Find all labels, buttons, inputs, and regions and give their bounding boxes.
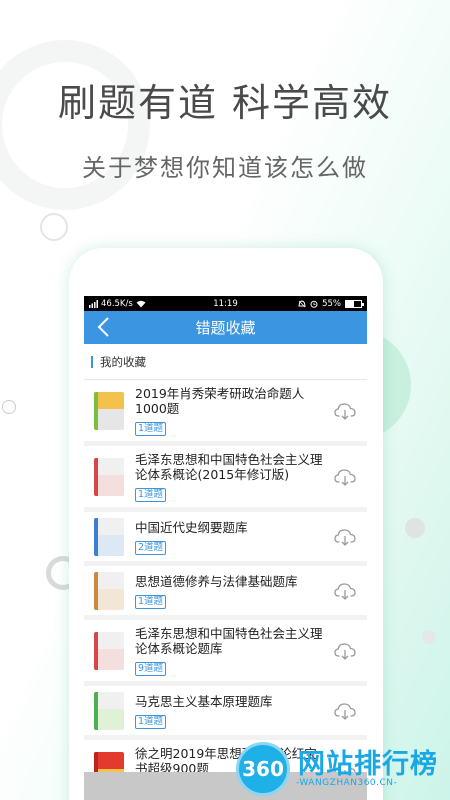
list-item[interactable]: 毛泽东思想和中国特色社会主义理论体系概论题库 9道题 <box>84 620 367 686</box>
book-cover-image <box>94 392 124 430</box>
question-count-badge: 2道题 <box>135 540 167 555</box>
item-info: 毛泽东思想和中国特色社会主义理论体系概论题库 9道题 <box>135 626 327 676</box>
book-cover-image <box>94 692 124 730</box>
question-count-badge: 1道题 <box>135 594 167 609</box>
back-button[interactable] <box>94 316 114 338</box>
question-count-badge: 9道题 <box>135 662 167 676</box>
cloud-download-icon[interactable] <box>333 465 357 489</box>
book-cover-image <box>94 458 124 496</box>
item-info: 思想道德修养与法律基础题库 1道题 <box>135 574 327 609</box>
section-header: 我的收藏 <box>84 344 367 380</box>
cloud-download-icon[interactable] <box>333 399 357 423</box>
top-nav-bar: 错题收藏 <box>84 311 367 344</box>
book-cover-image <box>94 572 124 610</box>
alarm-icon <box>310 300 318 308</box>
cloud-download-icon[interactable] <box>333 579 357 603</box>
item-title: 毛泽东思想和中国特色社会主义理论体系概论(2015年修订版) <box>135 452 323 482</box>
watermark-badge: 360 <box>236 742 290 796</box>
question-count-badge: 1道题 <box>135 714 167 729</box>
list-item[interactable]: 思想道德修养与法律基础题库 1道题 <box>84 566 367 620</box>
question-count-badge: 1道题 <box>135 488 167 502</box>
decor-dot <box>422 630 436 644</box>
item-title: 思想道德修养与法律基础题库 <box>135 573 298 589</box>
cloud-download-icon[interactable] <box>333 699 357 723</box>
decor-dot <box>405 518 425 538</box>
list-item[interactable]: 毛泽东思想和中国特色社会主义理论体系概论(2015年修订版) 1道题 <box>84 446 367 512</box>
item-info: 毛泽东思想和中国特色社会主义理论体系概论(2015年修订版) 1道题 <box>135 452 327 502</box>
item-title: 2019年肖秀荣考研政治命题人1000题 <box>135 386 305 416</box>
page-title: 错题收藏 <box>195 319 256 337</box>
status-bar: 46.5K/s 11:19 55% <box>84 296 367 311</box>
item-title: 中国近代史纲要题库 <box>135 519 248 535</box>
question-count-badge: 1道题 <box>135 422 167 436</box>
phone-screen: 46.5K/s 11:19 55% 错题收藏 我的收藏 2019年肖秀荣考研政治… <box>84 296 367 800</box>
collection-list: 2019年肖秀荣考研政治命题人1000题 1道题 毛泽东思想和中国特色社会主义理论体… <box>84 380 367 800</box>
decor-circle <box>40 213 68 241</box>
item-info: 马克思主义基本原理题库 1道题 <box>135 694 327 729</box>
list-item[interactable]: 2019年肖秀荣考研政治命题人1000题 1道题 <box>84 380 367 446</box>
bell-icon <box>298 300 306 307</box>
book-cover-image <box>94 518 124 556</box>
battery-icon <box>345 299 364 308</box>
battery-percent: 55% <box>322 298 341 309</box>
watermark-name: 网站排行榜 <box>298 749 438 780</box>
cloud-download-icon[interactable] <box>333 525 357 549</box>
list-item[interactable]: 马克思主义基本原理题库 1道题 <box>84 686 367 740</box>
book-cover-image <box>94 632 124 670</box>
promo-subline: 关于梦想你知道该怎么做 <box>82 154 368 182</box>
item-title: 毛泽东思想和中国特色社会主义理论体系概论题库 <box>135 626 323 656</box>
item-title: 马克思主义基本原理题库 <box>135 693 273 709</box>
list-item[interactable]: 中国近代史纲要题库 2道题 <box>84 512 367 566</box>
watermark-logo: 360 网站排行榜 -WANGZHAN360.CN- <box>236 742 450 800</box>
cloud-download-icon[interactable] <box>333 639 357 663</box>
promo-headline: 刷题有道 科学高效 <box>57 81 393 125</box>
item-info: 2019年肖秀荣考研政治命题人1000题 1道题 <box>135 386 327 436</box>
section-indicator <box>91 355 93 368</box>
watermark-domain: -WANGZHAN360.CN- <box>296 778 398 788</box>
section-title: 我的收藏 <box>100 354 146 369</box>
item-info: 中国近代史纲要题库 2道题 <box>135 520 327 555</box>
decor-dot <box>2 400 16 414</box>
